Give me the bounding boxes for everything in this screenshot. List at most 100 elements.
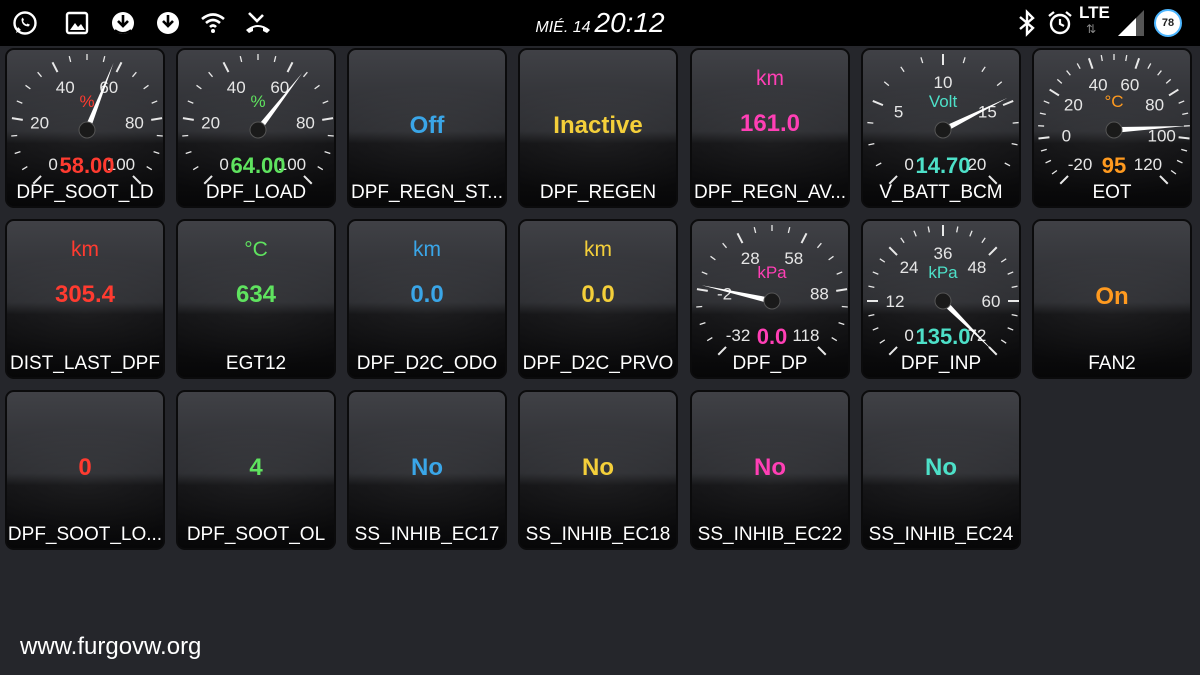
gauge-tick (25, 84, 31, 90)
gauge-tick-label: 120 (1134, 155, 1162, 174)
gauge-value: 58.00 (59, 153, 114, 178)
tile-dpf-d2c-prvo[interactable]: km 0.0 DPF_D2C_PRVO (518, 219, 678, 379)
status-date: MIÉ. 14 (535, 19, 591, 36)
tile-dpf-soot-ld[interactable]: 0 20 40 60 80 100% 58.00 DPF_SOOT_LD (5, 48, 165, 208)
gauge-tick (1045, 159, 1052, 164)
gauge-tick (838, 322, 845, 326)
gauge-tick (11, 117, 23, 121)
gauge-tick (1066, 70, 1071, 76)
gauge-tick (787, 226, 791, 234)
gauge-tick-label: 0 (904, 155, 913, 174)
gauge-unit: kPa (757, 263, 787, 282)
gauge-tick (1176, 159, 1183, 164)
gauge-hub (934, 292, 952, 310)
tile-ss-inhib-ec24[interactable]: No SS_INHIB_EC24 (861, 390, 1021, 550)
gauge-tick-label: 10 (934, 73, 953, 92)
gauge-tick (872, 99, 884, 107)
tile-ss-inhib-ec22[interactable]: No SS_INHIB_EC22 (690, 390, 850, 550)
gauge-tick (836, 271, 843, 275)
gauge-tick (872, 327, 879, 331)
tile-eot[interactable]: -20 0 20 40 60 80 100 120 °C 95 EOT (1032, 48, 1192, 208)
gauge-tick (699, 322, 706, 326)
gauge-tick (239, 55, 243, 63)
gauge-tick (1011, 314, 1018, 317)
gauge-tick (208, 71, 214, 78)
gauge-tick-label: 0 (904, 326, 913, 345)
gauge-tick-label: 80 (296, 113, 315, 132)
gauge-tick (996, 81, 1003, 87)
gauge-tick (868, 143, 875, 146)
tile-label: FAN2 (1088, 353, 1136, 374)
gauge-tick (153, 151, 160, 155)
gauge-tick (1007, 271, 1014, 275)
gauge-tick-label: -32 (726, 326, 751, 345)
gauge-tick (1125, 54, 1128, 62)
tile-label: SS_INHIB_EC18 (525, 524, 671, 545)
gauge-tick (314, 84, 320, 90)
gauge-tick (981, 66, 986, 73)
tile-dpf-regn-st[interactable]: Off DPF_REGN_ST... (347, 48, 507, 208)
gauge-tick (900, 237, 905, 244)
tile-label: DPF_REGN_AV... (693, 182, 847, 203)
tile-ss-inhib-ec17[interactable]: No SS_INHIB_EC17 (347, 390, 507, 550)
gauge-tick (1134, 57, 1141, 69)
tile-label: DPF_REGEN (539, 182, 657, 203)
tile-label: DPF_REGN_ST... (350, 182, 504, 203)
gauge-tick (151, 117, 163, 121)
gauge-tick (196, 84, 202, 90)
gauge-tick-label: -20 (1068, 155, 1093, 174)
gauge-value: 0.0 (757, 324, 788, 349)
tile-dpf-dp[interactable]: -32 -2 28 58 88 118 kPa 0.0 DPF_DP (690, 219, 850, 379)
gauge-tick (800, 232, 808, 244)
gauge-tick (1147, 63, 1152, 70)
gauge-tick (322, 117, 334, 121)
gauge-tick (1181, 148, 1188, 152)
gauge-tick (736, 232, 744, 244)
tile-egt12[interactable]: °C 634 EGT12 (176, 219, 336, 379)
gauge-tick-label: -2 (717, 284, 732, 303)
tile-dpf-inp[interactable]: 0122436486072kPa135.0DPF_INP (861, 219, 1021, 379)
gauge-value: 135.0 (915, 324, 970, 349)
tile-value: 634 (235, 281, 277, 308)
gauge-hub (78, 121, 96, 139)
gauge-hub (934, 121, 952, 139)
gauge-tick (37, 71, 43, 78)
gauge-tick (222, 61, 230, 73)
gauge-tick (21, 166, 28, 171)
gauge-tick (324, 151, 331, 155)
gauge-tick (273, 55, 277, 63)
tile-dpf-load[interactable]: 0 20 40 60 80 100% 64.00 DPF_LOAD (176, 48, 336, 208)
gauge-unit: % (79, 92, 94, 111)
tile-unit: km (756, 67, 784, 90)
tile-value: 161.0 (739, 110, 801, 137)
bluetooth-icon (1012, 8, 1042, 38)
gauge-tick (102, 55, 106, 63)
gauge-tick (1007, 327, 1014, 331)
tile-dpf-regn-av[interactable]: km 161.0 DPF_REGN_AV... (690, 48, 850, 208)
gauge-tick (1051, 169, 1058, 175)
gauge-tick-label: 118 (792, 326, 819, 345)
gauge-tick-label: 12 (886, 292, 905, 311)
gauge-tick (706, 337, 713, 342)
tile-dpf-soot-lo[interactable]: 0 DPF_SOOT_LO... (5, 390, 165, 550)
tile-dist-last-dpf[interactable]: km 305.4 DIST_LAST_DPF (5, 219, 165, 379)
tile-dpf-soot-ol[interactable]: 4 DPF_SOOT_OL (176, 390, 336, 550)
gauge-tick (1157, 70, 1162, 76)
tile-v-batt-bcm[interactable]: 0 5 10 15 20 Volt 14.70 V_BATT_BCM (861, 48, 1021, 208)
tile-value: Inactive (553, 112, 643, 139)
gauge-tick-label: 80 (1145, 95, 1164, 114)
gauge-tick (1039, 112, 1046, 116)
tile-dpf-regen[interactable]: Inactive DPF_REGEN (518, 48, 678, 208)
tile-value: Off (409, 112, 445, 139)
gauge-tick (286, 61, 294, 73)
gauge-tick (187, 100, 194, 104)
tile-label: DPF_SOOT_LO... (7, 524, 163, 545)
tile-dpf-d2c-odo[interactable]: km 0.0 DPF_D2C_ODO (347, 219, 507, 379)
gauge-tick (696, 288, 708, 292)
tile-ss-inhib-ec18[interactable]: No SS_INHIB_EC18 (518, 390, 678, 550)
tile-value: No (411, 454, 443, 481)
gauge-tick (1012, 121, 1019, 124)
tile-label: DPF_INP (900, 353, 982, 374)
gauge-tick-label: 20 (201, 113, 220, 132)
tile-fan2[interactable]: On FAN2 (1032, 219, 1192, 379)
